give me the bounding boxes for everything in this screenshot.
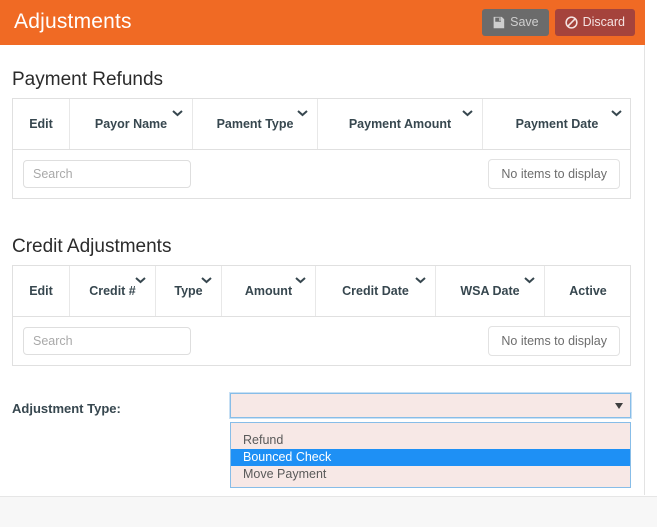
column-header-edit[interactable]: Edit (13, 99, 70, 149)
payment-refunds-grid: Edit Payor Name Pament Type Payment Amou… (12, 98, 631, 199)
discard-button-label: Discard (582, 15, 625, 30)
adjustment-type-select-wrap: Refund Bounced Check Move Payment (230, 393, 631, 488)
payment-refunds-title: Payment Refunds (12, 69, 164, 90)
column-header-label: Pament Type (216, 117, 294, 131)
adjustment-type-label: Adjustment Type: (12, 401, 121, 416)
right-gutter (646, 0, 657, 495)
column-header-label: Credit Date (342, 284, 409, 298)
search-input[interactable] (23, 327, 191, 355)
content-panel: Payment Refunds Edit Payor Name Pament T… (0, 45, 645, 495)
column-header-payment-date[interactable]: Payment Date (483, 99, 631, 149)
column-header-payment-amount[interactable]: Payment Amount (318, 99, 483, 149)
page-title: Adjustments (14, 10, 132, 33)
prohibition-icon (564, 16, 578, 29)
column-header-label: Edit (29, 117, 53, 131)
credit-adjustments-header-row: Edit Credit # Type Amount Credit Date WS… (13, 266, 630, 317)
chevron-down-icon[interactable] (524, 277, 535, 284)
app-header: Adjustments Save Discard (0, 0, 645, 45)
column-header-label: Payment Amount (348, 117, 452, 131)
floppy-disk-icon (492, 16, 505, 29)
search-input[interactable] (23, 160, 191, 188)
credit-adjustments-title: Credit Adjustments (12, 236, 172, 257)
column-header-label: Type (174, 284, 203, 298)
column-header-label: WSA Date (460, 284, 520, 298)
chevron-down-icon[interactable] (172, 110, 183, 117)
column-header-amount[interactable]: Amount (222, 266, 316, 316)
column-header-type[interactable]: Type (156, 266, 222, 316)
chevron-down-icon[interactable] (611, 110, 622, 117)
chevron-down-icon[interactable] (201, 277, 212, 284)
column-header-wsa-date[interactable]: WSA Date (436, 266, 545, 316)
chevron-down-icon[interactable] (135, 277, 146, 284)
credit-adjustments-toolbar: No items to display (13, 317, 630, 365)
caret-down-icon[interactable] (615, 402, 623, 409)
column-header-label: Amount (244, 284, 293, 298)
chevron-down-icon[interactable] (462, 110, 473, 117)
column-header-pament-type[interactable]: Pament Type (193, 99, 318, 149)
column-header-label: Edit (29, 284, 53, 298)
column-header-label: Payor Name (94, 117, 168, 131)
column-header-label: Active (569, 284, 607, 298)
chevron-down-icon[interactable] (415, 277, 426, 284)
option-move-payment[interactable]: Move Payment (231, 466, 630, 483)
empty-state-message: No items to display (488, 326, 620, 356)
option-refund[interactable]: Refund (231, 432, 630, 449)
adjustment-type-select[interactable] (230, 393, 631, 418)
credit-adjustments-grid: Edit Credit # Type Amount Credit Date WS… (12, 265, 631, 366)
column-header-credit-number[interactable]: Credit # (70, 266, 156, 316)
empty-state-message: No items to display (488, 159, 620, 189)
credit-adjustments-title-wrap: Credit Adjustments (12, 237, 171, 256)
column-header-active[interactable]: Active (545, 266, 631, 316)
payment-refunds-title-wrap: Payment Refunds (12, 70, 163, 89)
column-header-label: Credit # (89, 284, 136, 298)
discard-button[interactable]: Discard (554, 9, 635, 36)
adjustment-type-field: Adjustment Type: Refund Bounced Check Mo… (12, 393, 631, 488)
payment-refunds-header-row: Edit Payor Name Pament Type Payment Amou… (13, 99, 630, 150)
save-button-label: Save (510, 15, 539, 30)
header-actions: Save Discard (482, 9, 635, 36)
footer-band (0, 496, 657, 527)
payment-refunds-toolbar: No items to display (13, 150, 630, 198)
chevron-down-icon[interactable] (297, 110, 308, 117)
column-header-payor-name[interactable]: Payor Name (70, 99, 193, 149)
chevron-down-icon[interactable] (295, 277, 306, 284)
column-header-credit-date[interactable]: Credit Date (316, 266, 436, 316)
save-button[interactable]: Save (482, 9, 549, 36)
column-header-edit[interactable]: Edit (13, 266, 70, 316)
page-root: Adjustments Save Discard Payment Refunds… (0, 0, 657, 527)
adjustment-type-options-list: Refund Bounced Check Move Payment (230, 422, 631, 488)
column-header-label: Payment Date (515, 117, 599, 131)
option-bounced-check[interactable]: Bounced Check (231, 449, 630, 466)
